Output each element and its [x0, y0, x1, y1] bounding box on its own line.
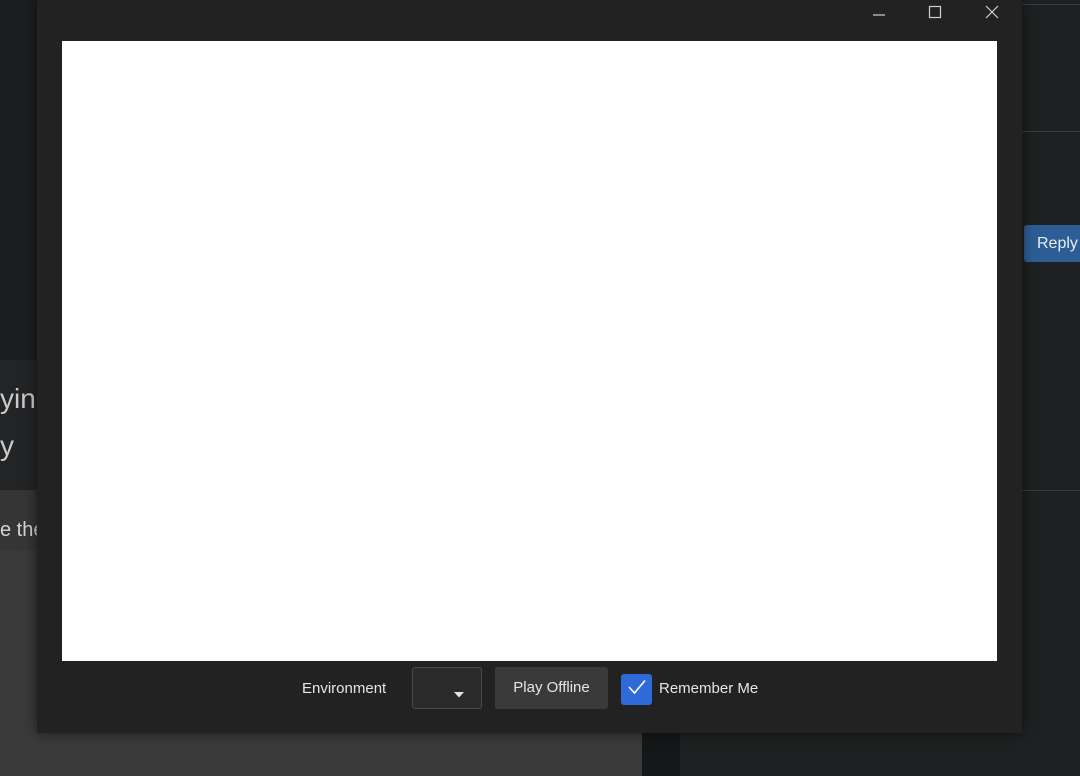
maximize-button[interactable]: [912, 0, 958, 24]
background-divider: [1020, 131, 1080, 132]
minimize-icon: [872, 5, 886, 19]
desktop-stage: Reply yin y e th e: [0, 0, 1080, 776]
background-reply-button[interactable]: Reply: [1024, 225, 1080, 262]
chevron-down-icon: [454, 685, 464, 703]
background-divider: [1020, 490, 1080, 491]
minimize-button[interactable]: [856, 0, 902, 24]
dialog-titlebar[interactable]: [37, 0, 1022, 24]
remember-me-label: Remember Me: [659, 680, 759, 697]
play-offline-button[interactable]: Play Offline: [495, 667, 608, 709]
environment-label: Environment: [302, 680, 387, 697]
close-icon: [985, 5, 999, 19]
background-text-fragment: y: [0, 430, 14, 461]
launcher-dialog: Environment Play Offline Remember Me: [37, 0, 1022, 733]
close-button[interactable]: [969, 0, 1015, 24]
background-divider: [1020, 4, 1080, 5]
checkmark-icon: [627, 678, 647, 701]
environment-dropdown[interactable]: [412, 667, 482, 709]
maximize-icon: [928, 5, 942, 19]
remember-me-checkbox[interactable]: [621, 673, 652, 705]
dialog-footer: Environment Play Offline Remember Me: [37, 661, 1022, 733]
background-page-left: [0, 0, 40, 360]
background-text-fragment: e the: [0, 519, 37, 541]
background-text-fragment: yin: [0, 383, 36, 414]
remember-me-toggle[interactable]: Remember Me: [621, 673, 758, 705]
login-webview-area[interactable]: [62, 41, 997, 661]
